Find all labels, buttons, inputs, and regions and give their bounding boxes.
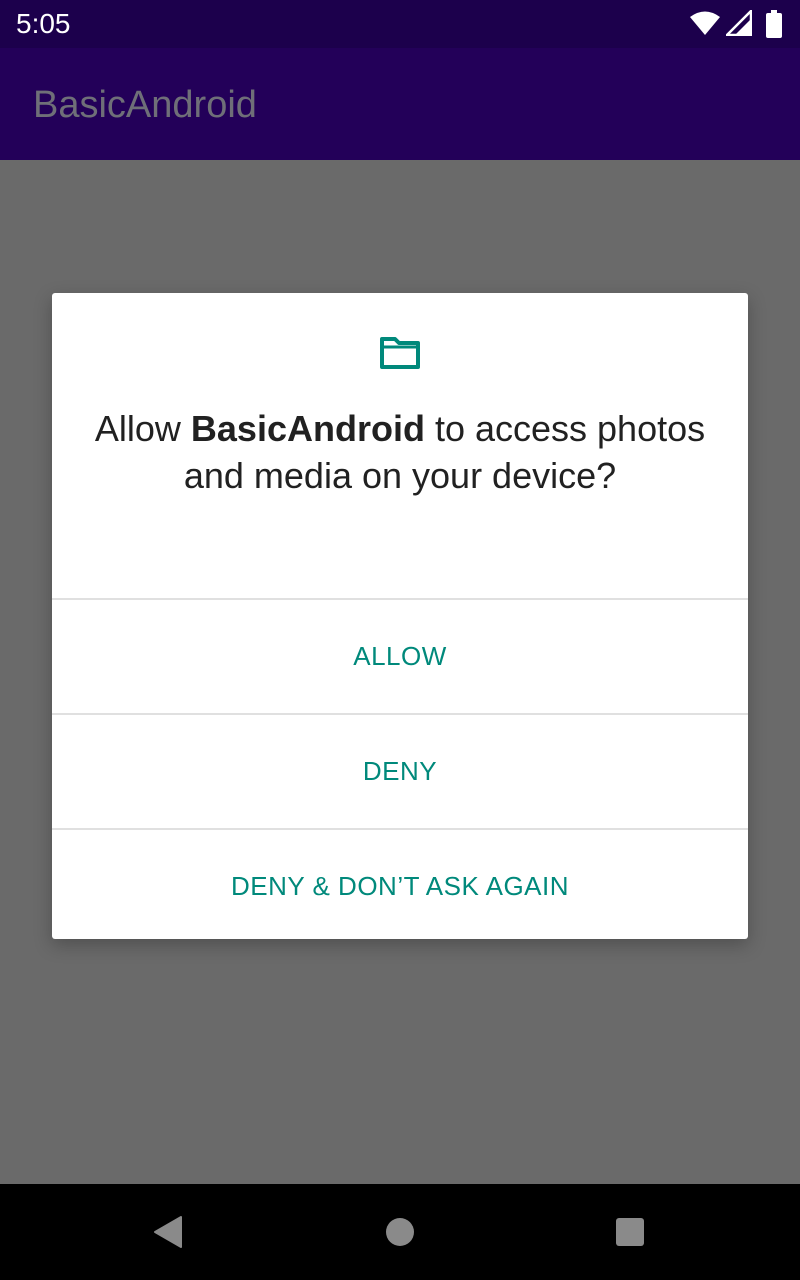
home-button[interactable] [352, 1184, 448, 1280]
allow-button[interactable]: ALLOW [52, 598, 748, 713]
back-button[interactable] [120, 1184, 216, 1280]
battery-icon [766, 10, 782, 38]
folder-icon [380, 337, 420, 369]
deny-dont-ask-again-button[interactable]: DENY & DON’T ASK AGAIN [52, 828, 748, 939]
permission-dialog: Allow BasicAndroid to access photos and … [52, 293, 748, 939]
cell-signal-icon [726, 10, 752, 36]
message-prefix: Allow [94, 408, 191, 449]
dialog-header: Allow BasicAndroid to access photos and … [52, 293, 748, 598]
recents-button[interactable] [582, 1184, 678, 1280]
app-bar: BasicAndroid [0, 48, 800, 160]
status-bar: 5:05 [0, 0, 800, 48]
navigation-bar [0, 1184, 800, 1280]
dialog-message: Allow BasicAndroid to access photos and … [92, 405, 708, 499]
recents-icon [616, 1218, 644, 1246]
message-app-name: BasicAndroid [190, 408, 425, 449]
home-icon [386, 1218, 414, 1246]
app-title: BasicAndroid [33, 84, 257, 126]
wifi-icon [690, 11, 720, 35]
status-time: 5:05 [16, 8, 71, 39]
deny-button[interactable]: DENY [52, 713, 748, 828]
back-icon [154, 1216, 182, 1248]
